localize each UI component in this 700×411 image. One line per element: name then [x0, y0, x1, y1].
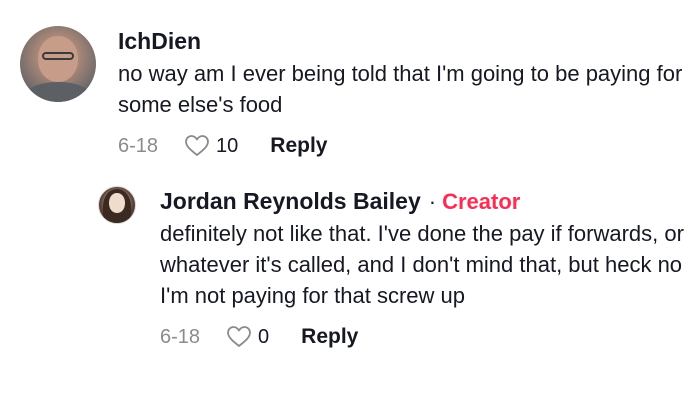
avatar-glasses — [42, 52, 74, 60]
avatar[interactable] — [98, 186, 136, 224]
username[interactable]: IchDien — [118, 26, 201, 56]
heart-outline-icon — [185, 135, 209, 156]
like-button[interactable]: 0 — [226, 325, 269, 349]
username[interactable]: Jordan Reynolds Bailey — [160, 186, 421, 216]
reply-button[interactable]: Reply — [301, 325, 358, 349]
comment-date: 6-18 — [118, 134, 159, 157]
reply-body: Jordan Reynolds Bailey · Creator definit… — [160, 186, 693, 349]
reply-meta: 6-18 0 Reply — [160, 325, 693, 349]
comment-text: no way am I ever being told that I'm goi… — [118, 61, 683, 117]
comment-item: IchDien no way am I ever being told that… — [20, 26, 690, 158]
reply-date: 6-18 — [160, 325, 201, 348]
comment-header: IchDien — [118, 26, 690, 56]
avatar-shirt — [24, 82, 92, 102]
avatar-face — [109, 193, 125, 213]
comment-meta: 6-18 10 Reply — [118, 134, 690, 158]
comment-body: IchDien no way am I ever being told that… — [118, 26, 690, 158]
reply-header: Jordan Reynolds Bailey · Creator — [160, 186, 693, 216]
reply-button[interactable]: Reply — [270, 134, 327, 158]
avatar[interactable] — [20, 26, 96, 102]
like-count: 0 — [258, 325, 270, 348]
separator-dot: · — [428, 189, 437, 214]
heart-outline-icon — [227, 326, 251, 347]
creator-badge: Creator — [442, 189, 521, 214]
reply-text: definitely not like that. I've done the … — [160, 221, 684, 308]
reply-item: Jordan Reynolds Bailey · Creator definit… — [98, 186, 693, 349]
like-count: 10 — [216, 134, 239, 157]
like-button[interactable]: 10 — [184, 134, 238, 158]
